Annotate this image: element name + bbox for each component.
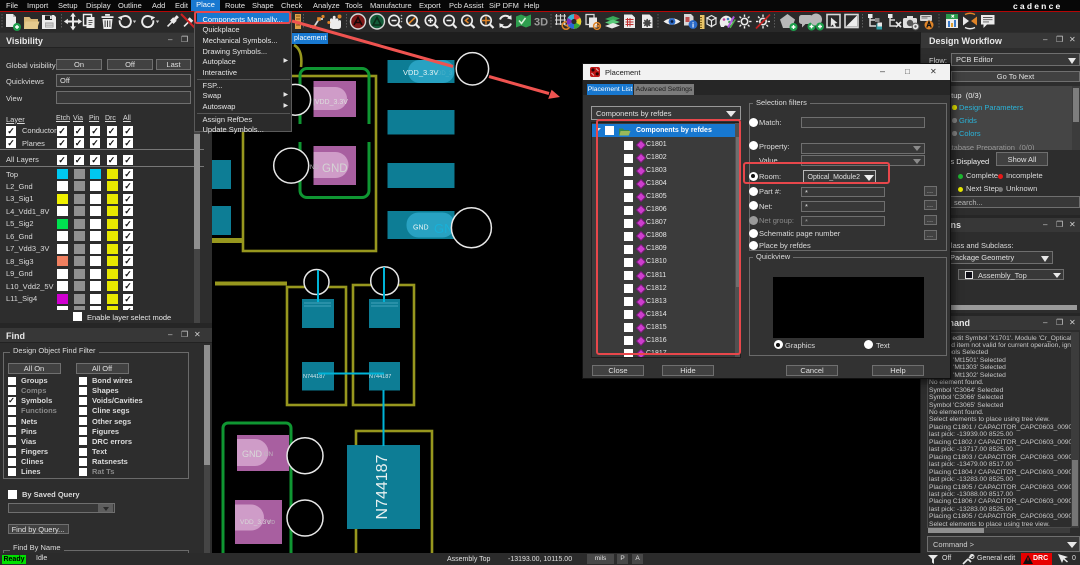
svg-text:VDD_3.3V: VDD_3.3V — [403, 68, 438, 77]
svg-text:N744187: N744187 — [374, 454, 391, 519]
svg-text:ND: ND — [310, 165, 319, 171]
svg-text:N744187: N744187 — [369, 374, 391, 380]
svg-text:VD: VD — [268, 520, 275, 526]
svg-text:GND: GND — [322, 163, 348, 175]
svg-text:i: i — [692, 20, 694, 29]
svg-text:GN: GN — [264, 452, 273, 458]
svg-text:|VDD_3.3V: |VDD_3.3V — [313, 99, 348, 106]
svg-text:DD_3: DD_3 — [437, 71, 453, 77]
svg-text:GND: GND — [242, 449, 263, 459]
svg-text:N744187: N744187 — [303, 374, 325, 380]
svg-text:GND: GND — [413, 225, 429, 232]
svg-text:VDD_3.3V: VDD_3.3V — [240, 519, 271, 526]
svg-text:3D: 3D — [534, 17, 548, 29]
